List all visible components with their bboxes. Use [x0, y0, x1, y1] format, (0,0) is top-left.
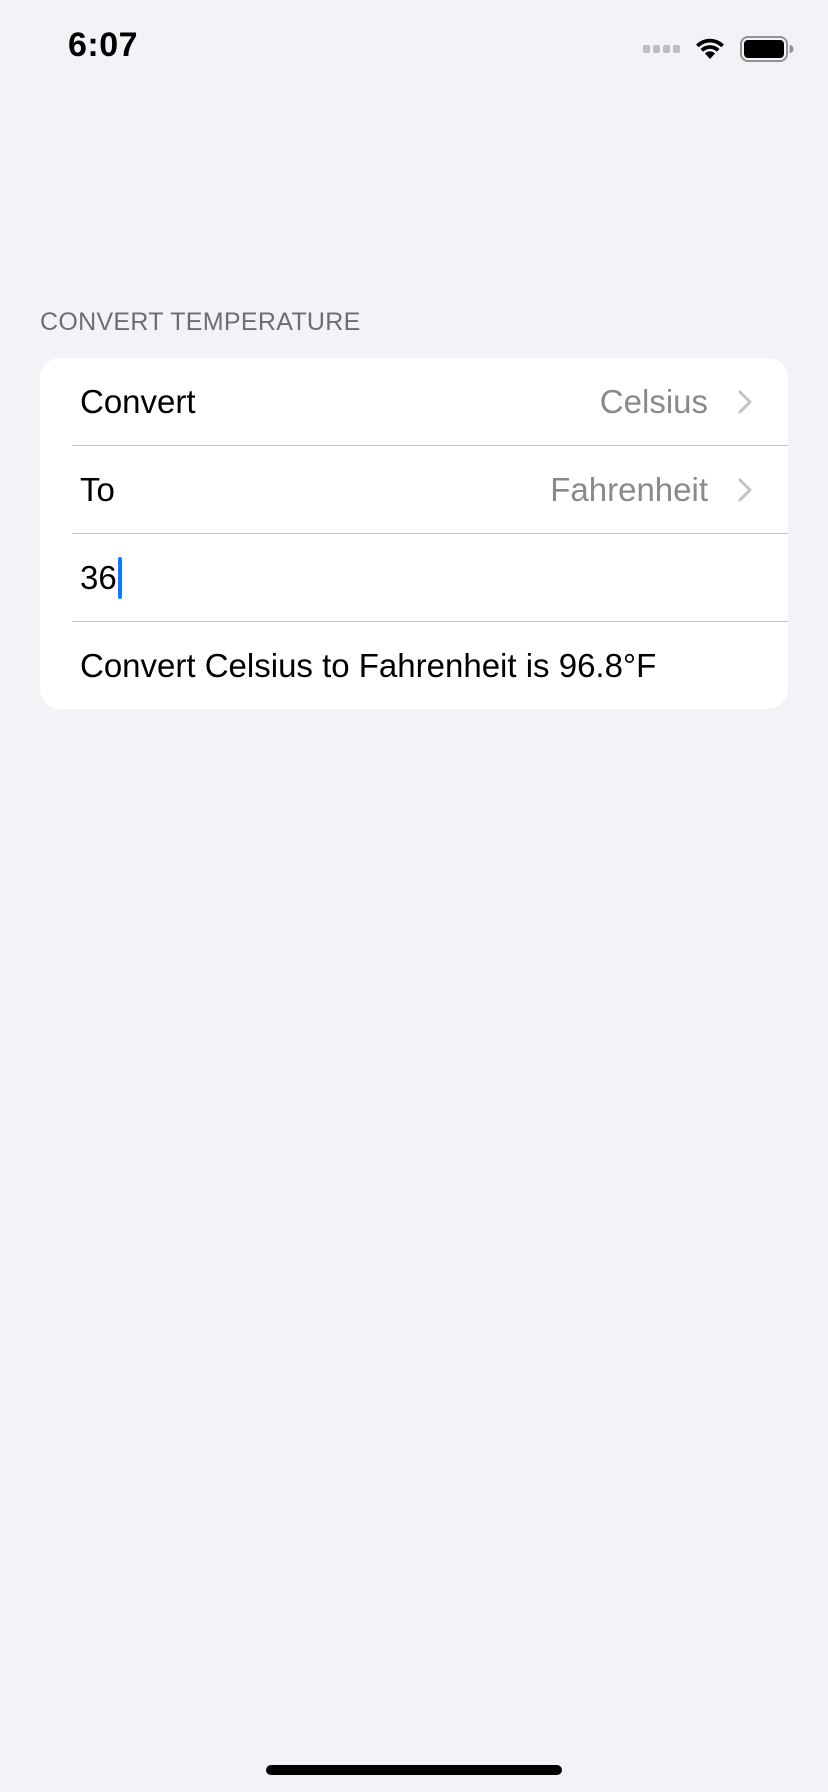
chevron-right-icon [738, 390, 752, 414]
section-header: CONVERT TEMPERATURE [40, 308, 361, 336]
temperature-input-value: 36 [80, 559, 117, 596]
result-row: Convert Celsius to Fahrenheit is 96.8°F [40, 622, 788, 709]
convert-to-value: Fahrenheit [550, 471, 708, 508]
signal-icon [643, 45, 680, 53]
conversion-form-card: Convert Celsius To Fahrenheit 36 Convert… [40, 358, 788, 709]
convert-from-row[interactable]: Convert Celsius [40, 358, 788, 446]
text-caret [117, 557, 122, 599]
convert-from-label: Convert [80, 383, 196, 420]
result-text: Convert Celsius to Fahrenheit is 96.8°F [80, 647, 657, 684]
temperature-input-row[interactable]: 36 [40, 534, 788, 622]
status-icons [643, 36, 794, 62]
status-bar: 6:07 [0, 0, 828, 100]
home-indicator[interactable] [266, 1765, 562, 1775]
battery-icon [740, 36, 794, 62]
convert-to-row[interactable]: To Fahrenheit [40, 446, 788, 534]
status-time: 6:07 [68, 26, 139, 64]
temperature-input[interactable]: 36 [80, 557, 122, 599]
chevron-right-icon [738, 478, 752, 502]
wifi-icon [696, 38, 724, 59]
convert-from-value: Celsius [599, 383, 708, 420]
convert-to-label: To [80, 471, 115, 508]
